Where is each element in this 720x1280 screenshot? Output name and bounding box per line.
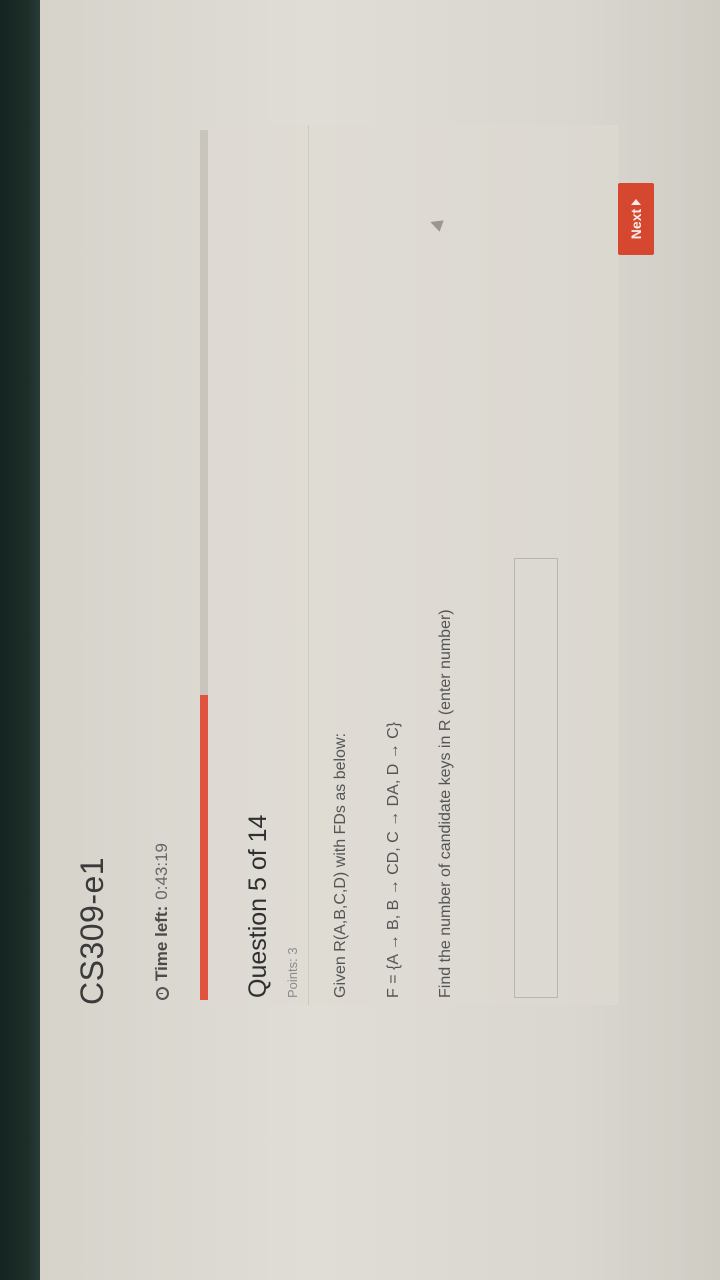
clock-icon [155,987,169,1000]
question-title: Question 5 of 14 [244,814,272,998]
question-points: Points: 3 [285,947,300,998]
next-button-label: Next [628,208,644,240]
quiz-page: CS309-e1 Time left: 0:43:19 Question 5 o… [40,0,720,1280]
progress-bar [200,130,208,1000]
question-divider [308,125,309,1005]
question-text-line: Given R(A,B,C,D) with FDs as below: [332,733,349,998]
timer-value: 0:43:19 [152,843,171,900]
next-arrow-icon [631,198,641,205]
answer-input[interactable] [514,558,558,998]
timer-label: Time left: [152,905,171,981]
question-text-line: F = {A → B, B → CD, C → DA, D → C} [385,721,402,998]
monitor-bezel [0,0,40,1280]
timer: Time left: 0:43:19 [152,843,172,1000]
app-title: CS309-e1 [74,856,110,1005]
next-button[interactable]: Next [618,183,654,255]
question-text-line: Find the number of candidate keys in R (… [437,609,454,998]
screen: CS309-e1 Time left: 0:43:19 Question 5 o… [40,0,720,1280]
progress-fill [200,695,208,1000]
